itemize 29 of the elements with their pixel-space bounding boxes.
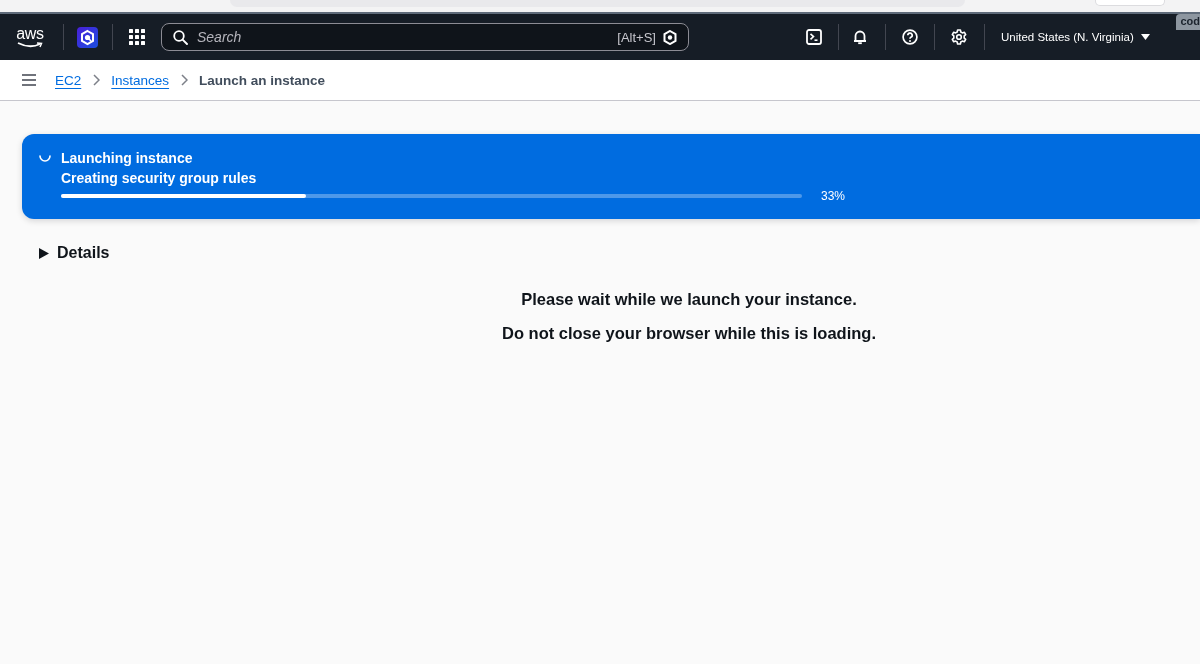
bell-icon[interactable]: [853, 29, 867, 45]
status-message: Do not close your browser while this is loading.: [501, 323, 877, 344]
flash-message: Creating security group rules: [61, 169, 258, 188]
caret-down-icon: [1140, 34, 1150, 40]
settings-icon[interactable]: [951, 29, 967, 45]
hexagon-icon[interactable]: [663, 29, 677, 45]
menu-icon[interactable]: [22, 74, 36, 86]
progress-percentage: 33%: [821, 189, 846, 203]
status-message: Please wait while we launch your instance.: [521, 289, 857, 310]
chevron-right-icon: [93, 74, 101, 86]
search-input[interactable]: Search: [197, 29, 610, 45]
smile-arrow-icon: [17, 41, 43, 48]
grid-icon[interactable]: [129, 29, 145, 45]
terminal-icon[interactable]: [806, 29, 822, 45]
region-selector[interactable]: United States (N. Virginia): [1001, 31, 1150, 43]
keyboard-shortcut: [Alt+S]: [617, 29, 656, 45]
details-toggle[interactable]: Details: [39, 244, 110, 262]
chevron-right-icon: [181, 74, 189, 86]
flash-title: Launching instance: [61, 149, 194, 168]
help-icon[interactable]: [902, 29, 918, 45]
hexagon-app-icon[interactable]: [77, 26, 98, 48]
spinner-icon: [39, 155, 51, 162]
edge-tab[interactable]: cod: [1176, 14, 1200, 30]
breadcrumb-link[interactable]: EC2: [55, 72, 82, 88]
breadcrumb-current: Launch an instance: [199, 72, 326, 88]
search-icon: [173, 29, 188, 45]
search-field[interactable]: Search [Alt+S]: [161, 23, 689, 51]
home-logo-link[interactable]: aws: [15, 26, 45, 48]
breadcrumb-link[interactable]: Instances: [111, 72, 170, 88]
